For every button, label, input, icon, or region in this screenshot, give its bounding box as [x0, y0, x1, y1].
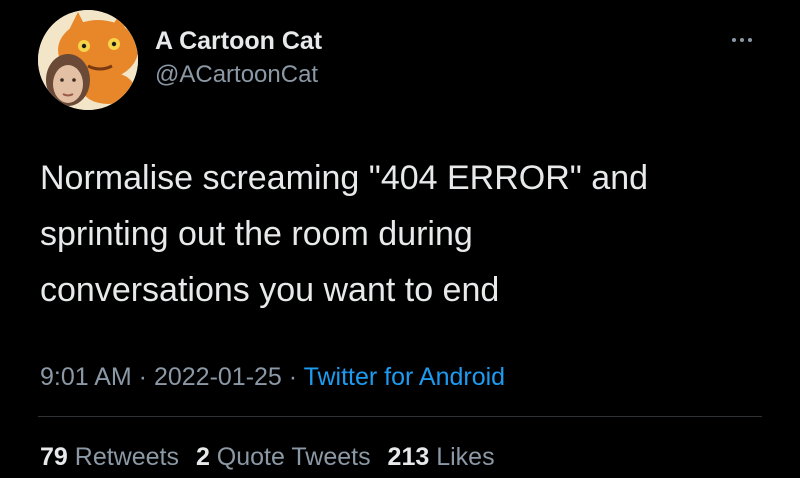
author-handle[interactable]: @ACartoonCat — [155, 60, 322, 90]
tweet: A Cartoon Cat @ACartoonCat Normalise scr… — [0, 0, 800, 478]
cartoon-cat-avatar-icon — [38, 10, 138, 110]
quote-tweets-label: Quote Tweets — [216, 443, 371, 471]
retweets-stat[interactable]: 79 Retweets — [40, 443, 179, 471]
tweet-time[interactable]: 9:01 AM — [40, 363, 132, 391]
likes-label: Likes — [436, 443, 495, 471]
likes-stat[interactable]: 213 Likes — [388, 443, 495, 471]
tweet-date[interactable]: 2022-01-25 — [154, 363, 282, 391]
more-dots-icon — [748, 38, 752, 42]
meta-separator: · — [281, 363, 304, 391]
likes-count: 213 — [387, 443, 430, 471]
more-dots-icon — [740, 38, 744, 42]
tweet-source-link[interactable]: Twitter for Android — [304, 363, 505, 391]
author-display-name[interactable]: A Cartoon Cat — [155, 26, 322, 56]
quote-tweets-count: 2 — [195, 443, 210, 471]
retweets-label: Retweets — [74, 443, 179, 471]
tweet-meta: 9:01 AM · 2022-01-25 · Twitter for Andro… — [40, 360, 505, 394]
tweet-text-line: Normalise screaming "404 ERROR" and — [40, 159, 649, 197]
retweets-count: 79 — [40, 443, 68, 471]
author-info: A Cartoon Cat @ACartoonCat — [155, 26, 322, 90]
tweet-stats: 79 Retweets 2 Quote Tweets 213 Likes — [40, 440, 505, 474]
tweet-text-line: sprinting out the room during — [40, 215, 473, 253]
tweet-text-line: conversations you want to end — [40, 271, 500, 309]
meta-separator: · — [131, 363, 154, 391]
author-avatar[interactable] — [38, 10, 138, 110]
more-dots-icon — [732, 38, 736, 42]
divider — [38, 416, 762, 417]
quote-tweets-stat[interactable]: 2 Quote Tweets — [196, 443, 371, 471]
tweet-text: Normalise screaming "404 ERROR" and spri… — [40, 150, 770, 318]
more-options-button[interactable] — [722, 30, 762, 50]
